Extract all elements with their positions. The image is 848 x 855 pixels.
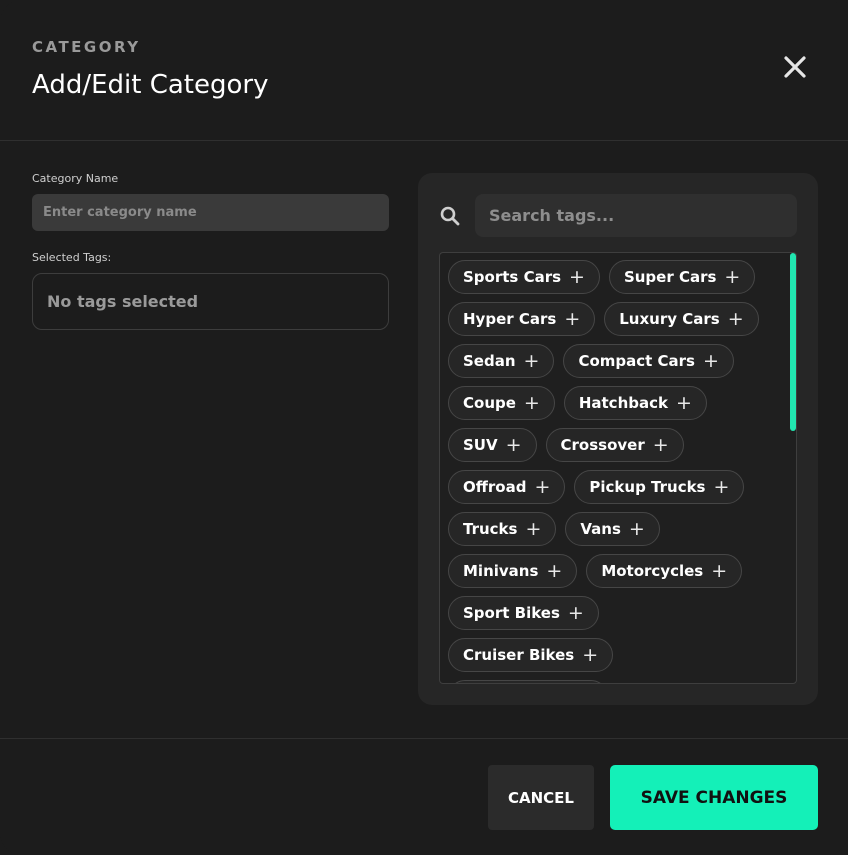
tag-label: Compact Cars <box>578 352 695 370</box>
tag-label: Hatchback <box>578 394 668 412</box>
tag-list-inner: Sports Cars + Super Cars + Hyper Cars + Luxury… <box>440 253 796 683</box>
category-name-input[interactable] <box>32 194 389 231</box>
tag-label: Crossover <box>560 436 645 454</box>
tag-chip[interactable]: SUV + <box>448 428 537 462</box>
tag-chip[interactable]: Sports Cars + <box>448 260 600 294</box>
tag-label: Sports Cars <box>463 268 562 286</box>
tag-chip[interactable]: Vans + <box>565 512 660 546</box>
plus-icon: + <box>582 643 599 666</box>
modal-title: Add/Edit Category <box>32 70 269 100</box>
plus-icon: + <box>702 349 719 372</box>
tag-chip[interactable]: Sedan + <box>448 344 555 378</box>
plus-icon: + <box>567 601 584 624</box>
category-name-label: Category Name <box>32 172 119 185</box>
plus-icon: + <box>727 307 744 330</box>
tag-list-scrollbar[interactable] <box>790 253 796 683</box>
plus-icon: + <box>505 433 522 456</box>
tag-search-input[interactable] <box>475 194 797 237</box>
plus-icon: + <box>523 349 540 372</box>
tag-label: Trucks <box>463 520 518 538</box>
tag-chip[interactable]: Minivans + <box>448 554 578 588</box>
tag-chip[interactable]: Electric Cars+ <box>448 680 608 683</box>
plus-icon: + <box>569 265 585 288</box>
plus-icon: + <box>628 517 645 540</box>
search-icon <box>440 206 460 226</box>
save-changes-button[interactable]: SAVE CHANGES <box>610 765 818 830</box>
tag-label: Vans <box>580 520 621 538</box>
tag-label: SUV <box>463 436 498 454</box>
tag-chip[interactable]: Super Cars + <box>608 260 756 294</box>
plus-icon: + <box>713 475 730 498</box>
plus-icon: + <box>525 517 542 540</box>
tags-panel: Sports Cars+Super Cars+Hyper Cars+Luxury… <box>418 173 818 705</box>
tag-label: Offroad <box>463 478 527 496</box>
tag-chip[interactable]: Motorcycles + <box>586 554 743 588</box>
tag-label: Hyper Cars <box>463 310 557 328</box>
tag-label: Sport Bikes <box>463 604 560 622</box>
tag-label: Cruiser Bikes <box>463 646 575 664</box>
selected-tags-box: No tags selected <box>32 273 389 330</box>
modal-header: CATEGORY Add/Edit Category <box>0 0 848 141</box>
plus-icon: + <box>523 391 540 414</box>
plus-icon: + <box>711 559 728 582</box>
plus-icon: + <box>534 475 551 498</box>
tag-chip[interactable]: Sport Bikes + <box>448 596 599 630</box>
selected-tags-empty-text: No tags selected <box>47 292 199 311</box>
tag-chip[interactable]: Cruiser Bikes + <box>448 638 614 672</box>
plus-icon: + <box>724 265 741 288</box>
tag-list[interactable]: Sports Cars + Super Cars + Hyper Cars + Luxury… <box>439 252 797 684</box>
plus-icon: + <box>564 307 581 330</box>
close-button[interactable] <box>778 50 812 84</box>
tag-chip[interactable]: Compact Cars + <box>563 344 734 378</box>
tag-label: Luxury Cars <box>619 310 720 328</box>
modal-footer: CANCEL SAVE CHANGES <box>0 738 848 855</box>
tag-label: Super Cars <box>623 268 717 286</box>
category-form: Category Name Selected Tags: No tags sel… <box>32 172 389 330</box>
tag-chip[interactable]: Crossover + <box>545 428 684 462</box>
plus-icon: + <box>652 433 669 456</box>
scrollbar-thumb[interactable] <box>790 253 796 431</box>
tag-chip[interactable]: Luxury Cars + <box>604 302 759 336</box>
close-icon <box>784 56 806 78</box>
tag-chip[interactable]: Offroad + <box>448 470 566 504</box>
tag-label: Coupe <box>463 394 516 412</box>
tag-chip[interactable]: Hatchback + <box>563 386 707 420</box>
tag-label: Pickup Trucks <box>589 478 706 496</box>
tag-chip[interactable]: Hyper Cars + <box>448 302 596 336</box>
tag-chip[interactable]: Coupe + <box>448 386 555 420</box>
cancel-button[interactable]: CANCEL <box>488 765 594 830</box>
tag-label: Minivans <box>463 562 539 580</box>
selected-tags-label: Selected Tags: <box>32 251 112 264</box>
tag-chip[interactable]: Pickup Trucks + <box>574 470 745 504</box>
category-modal: CATEGORY Add/Edit Category Category Name… <box>0 0 848 855</box>
tag-label: Sedan <box>463 352 516 370</box>
plus-icon: + <box>546 559 563 582</box>
tag-chip[interactable]: Trucks + <box>448 512 557 546</box>
modal-eyebrow: CATEGORY <box>32 38 141 56</box>
tag-label: Motorcycles <box>601 562 704 580</box>
plus-icon: + <box>675 391 692 414</box>
